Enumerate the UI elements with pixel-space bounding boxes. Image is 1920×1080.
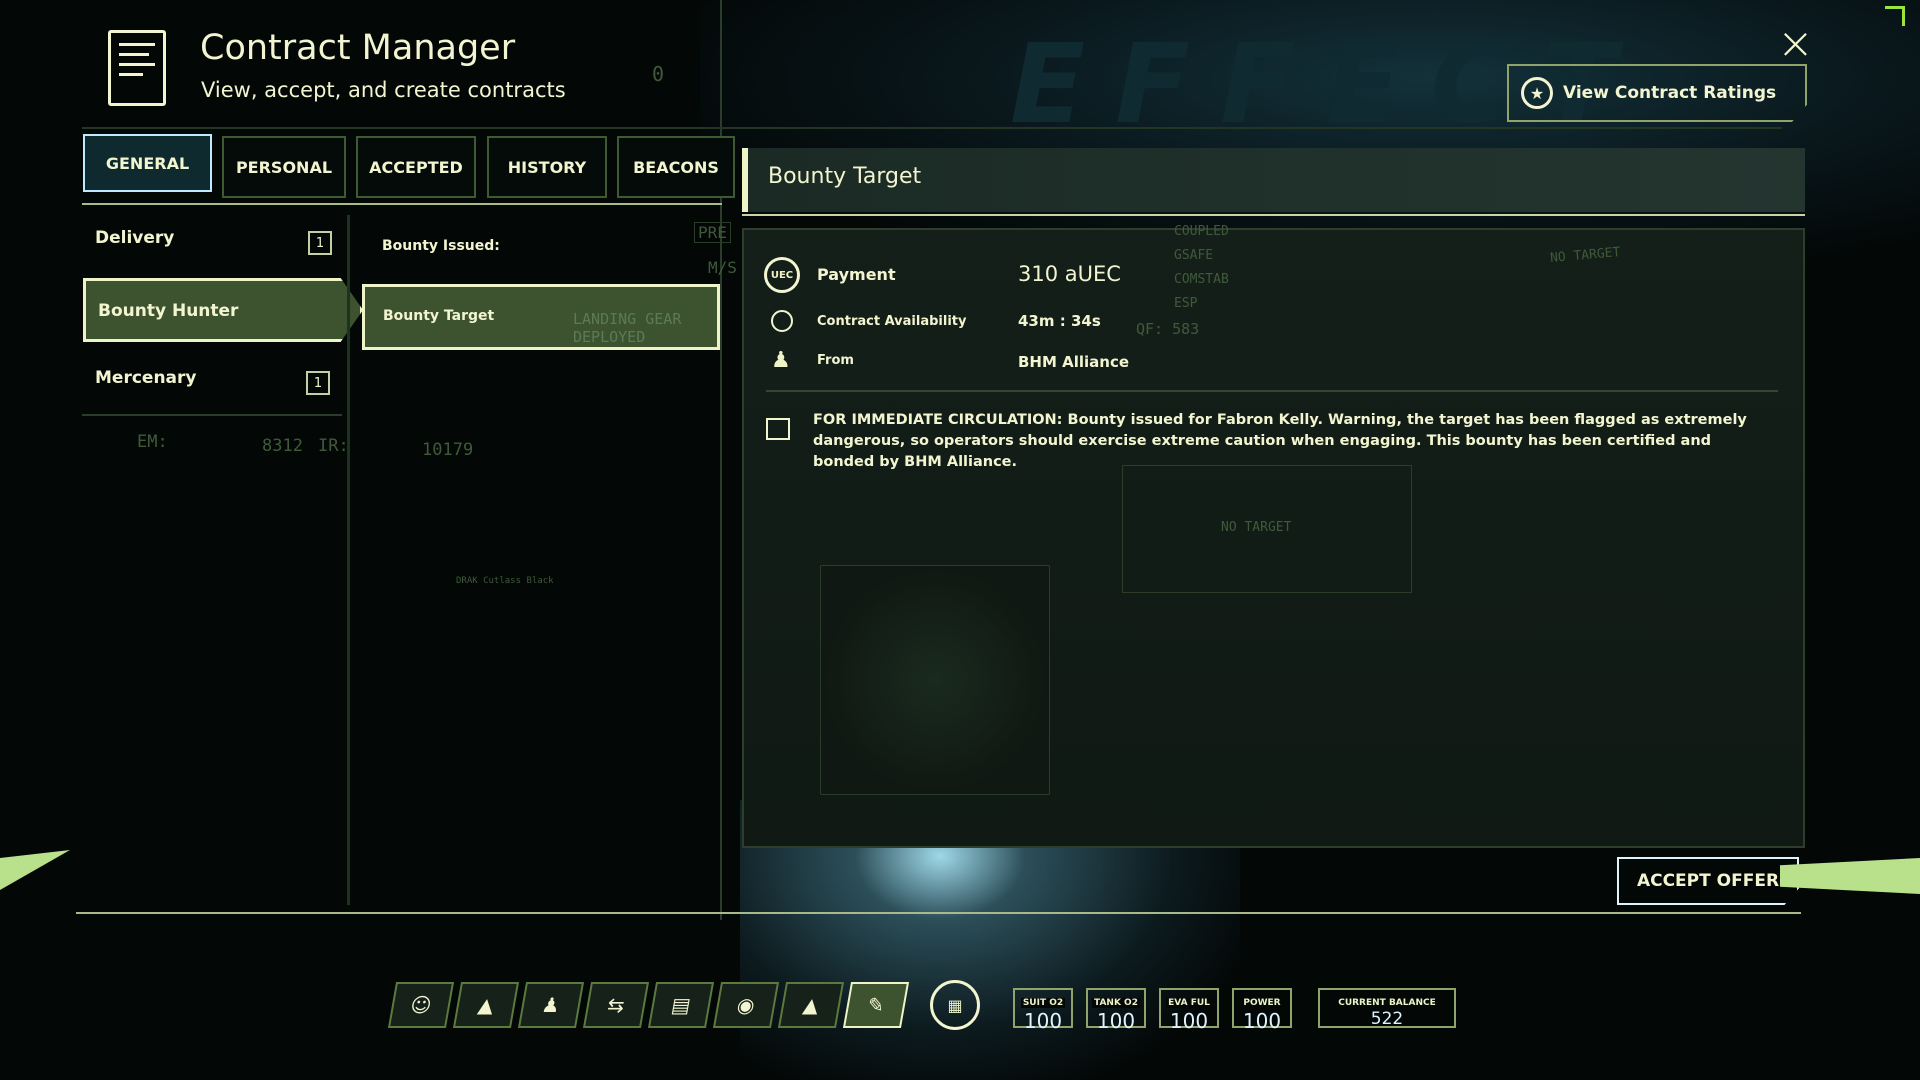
hud-no-target-center: NO TARGET (1221, 520, 1292, 535)
hud-zero: 0 (652, 62, 665, 86)
person-icon[interactable]: ♟ (517, 982, 585, 1028)
hud-green-bar (1780, 858, 1920, 894)
mercenary-count-badge: 1 (306, 371, 330, 395)
person-icon: ♟ (771, 348, 791, 373)
hud-em-label: EM: (137, 432, 168, 452)
availability-value: 43m : 34s (1018, 312, 1101, 330)
hud-ms: M/S (708, 258, 737, 277)
hud-coupled: COUPLED (1174, 224, 1229, 239)
delivery-count-badge: 1 (308, 231, 332, 255)
category-label: Bounty Hunter (98, 301, 239, 321)
contract-document-icon (108, 30, 166, 106)
hud-ir-label: IR: (318, 436, 349, 456)
apps-grid-icon[interactable]: ▦ (930, 980, 980, 1030)
category-delivery[interactable]: Delivery (95, 228, 174, 248)
close-button[interactable]: × (1777, 18, 1814, 69)
tab-accepted[interactable]: ACCEPTED (356, 136, 476, 198)
star-icon: ★ (1521, 77, 1553, 109)
hud-qf: QF: 583 (1136, 320, 1200, 338)
camera-icon[interactable]: ◉ (712, 982, 780, 1028)
ship-icon[interactable]: ▲ (452, 982, 520, 1028)
current-balance: CURRENT BALANCE 522 (1318, 988, 1456, 1029)
emote-icon[interactable]: ☺ (387, 982, 455, 1028)
bounty-issued-header: Bounty Issued: (382, 238, 500, 254)
hud-pre: PRE (694, 222, 731, 243)
availability-label: Contract Availability (817, 314, 967, 329)
tab-general[interactable]: GENERAL (83, 134, 212, 192)
hud-radar (820, 565, 1050, 795)
view-contract-ratings-button[interactable]: ★ View Contract Ratings (1507, 64, 1807, 122)
hud-ir-value: 10179 (422, 440, 474, 460)
hud-target-box: NO TARGET (1122, 465, 1412, 593)
payment-label: Payment (817, 265, 896, 284)
from-value: BHM Alliance (1018, 353, 1130, 371)
tab-history[interactable]: HISTORY (487, 136, 607, 198)
hud-corner-icon (1885, 6, 1905, 26)
contract-item-bounty-target[interactable]: Bounty Target LANDING GEAR DEPLOYED (362, 284, 720, 350)
suit-o2-stat: SUIT O2 100 (1013, 988, 1073, 1033)
accept-offer-button[interactable]: ACCEPT OFFER (1617, 857, 1799, 905)
detail-title: Bounty Target (768, 164, 922, 189)
transfer-icon[interactable]: ⇆ (582, 982, 650, 1028)
from-label: From (817, 353, 854, 368)
page-title: Contract Manager (200, 28, 516, 68)
tab-beacons[interactable]: BEACONS (617, 136, 735, 198)
hud-esp: ESP (1174, 296, 1198, 311)
contract-item-label: Bounty Target (383, 308, 495, 324)
hud-landing-text: LANDING GEAR DEPLOYED (573, 310, 682, 346)
hud-ship-name: DRAK Cutlass Black (456, 576, 554, 586)
tab-personal[interactable]: PERSONAL (222, 136, 346, 198)
hud-em-value: 8312 (262, 436, 303, 456)
hud-comstab: COMSTAB (1174, 272, 1229, 287)
power-stat: POWER 100 (1232, 988, 1292, 1033)
contracts-icon[interactable]: ✎ (842, 982, 910, 1028)
tank-o2-stat: TANK O2 100 (1086, 988, 1146, 1033)
hud-green-bar-left (0, 850, 70, 890)
fire-icon[interactable]: ▲ (777, 982, 845, 1028)
inventory-icon[interactable]: ▤ (647, 982, 715, 1028)
eva-fuel-stat: EVA FUL 100 (1159, 988, 1219, 1033)
uec-icon: UEC (764, 257, 800, 293)
ratings-label: View Contract Ratings (1563, 83, 1777, 103)
category-mercenary[interactable]: Mercenary (95, 368, 196, 388)
hud-gsafe: GSAFE (1174, 248, 1214, 263)
description-icon (766, 418, 790, 440)
category-bounty-hunter[interactable]: Bounty Hunter (83, 278, 363, 342)
page-subtitle: View, accept, and create contracts (201, 78, 566, 102)
contract-description: FOR IMMEDIATE CIRCULATION: Bounty issued… (813, 412, 1747, 470)
detail-header: Bounty Target (742, 148, 1805, 212)
stopwatch-icon (771, 310, 793, 332)
payment-value: 310 aUEC (1018, 262, 1121, 286)
